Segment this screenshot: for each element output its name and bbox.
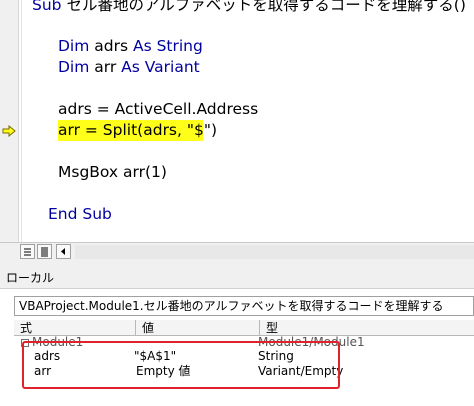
keyword-dim: Dim — [58, 37, 90, 55]
code-line-split-current[interactable]: arr = Split(adrs, "$") — [58, 120, 217, 141]
sub-signature: セル番地のアルファベットを取得するコードを理解する() — [61, 0, 466, 14]
code-editor[interactable]: Sub セル番地のアルファベットを取得するコードを理解する() Dim adrs… — [0, 0, 474, 242]
column-header-expression[interactable]: 式 — [14, 320, 136, 336]
editor-bottom-bar — [0, 242, 474, 261]
code-line-end-sub[interactable]: End Sub — [48, 204, 112, 225]
var-adrs: adrs — [89, 37, 133, 55]
var-arr: arr — [89, 58, 122, 76]
keyword-as-variant: As Variant — [121, 58, 200, 76]
locals-window-title: ローカル — [0, 267, 474, 289]
procedure-view-icon[interactable] — [20, 244, 35, 259]
margin-divider — [21, 0, 22, 242]
scroll-left-icon[interactable] — [56, 244, 71, 259]
code-line-sub[interactable]: Sub セル番地のアルファベットを取得するコードを理解する() — [32, 0, 466, 16]
locals-context-path: VBAProject.Module1.セル番地のアルファベットを取得するコードを… — [14, 296, 474, 316]
annotation-highlight-box — [22, 341, 340, 389]
keyword-dim: Dim — [58, 58, 90, 76]
arrow-right-icon — [2, 125, 16, 137]
column-header-value[interactable]: 値 — [136, 320, 260, 336]
code-line-msgbox[interactable]: MsgBox arr(1) — [58, 162, 167, 183]
horizontal-scrollbar[interactable] — [75, 245, 474, 259]
keyword-sub: Sub — [32, 0, 62, 14]
code-line-dim-adrs[interactable]: Dim adrs As String — [58, 36, 203, 57]
column-header-type[interactable]: 型 — [260, 320, 474, 336]
code-line-adrs-assign[interactable]: adrs = ActiveCell.Address — [58, 99, 258, 120]
keyword-as-string: As String — [132, 37, 203, 55]
full-module-view-icon[interactable] — [37, 244, 52, 259]
code-line-dim-arr[interactable]: Dim arr As Variant — [58, 57, 200, 78]
indicator-margin[interactable] — [0, 0, 19, 242]
